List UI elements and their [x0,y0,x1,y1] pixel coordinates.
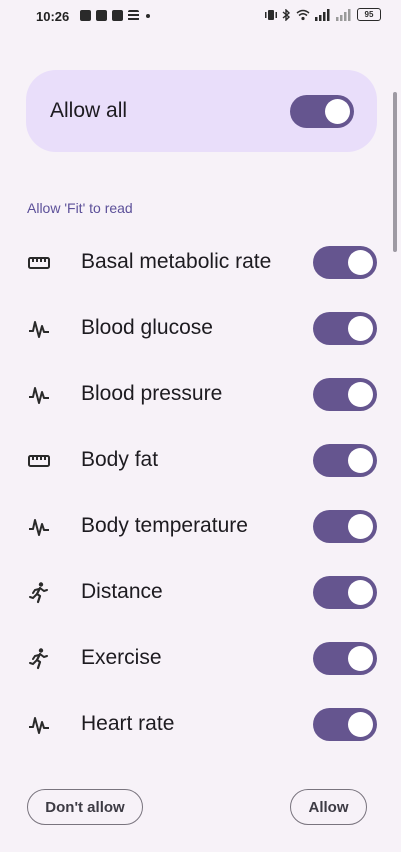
body-temperature-toggle[interactable] [313,510,377,543]
running-icon [29,648,48,670]
permission-row-heart-rate[interactable]: Heart rate [0,692,401,758]
permission-row-body-fat[interactable]: Body fat [0,428,401,494]
permission-row-body-temperature[interactable]: Body temperature [0,494,401,560]
toggle-thumb [348,514,373,539]
permission-label: Distance [81,580,163,603]
status-notifications [80,10,150,21]
permission-label: Blood glucose [81,316,213,339]
permission-label: Heart rate [81,712,175,735]
vibrate-icon [265,9,277,20]
allow-all-card[interactable]: Allow all [26,70,377,152]
toggle-thumb [348,646,373,671]
notification-icon [112,10,123,21]
toggle-thumb [348,448,373,473]
blood-pressure-toggle[interactable] [313,378,377,411]
permission-label: Blood pressure [81,382,223,405]
signal-icon [336,8,351,21]
notification-icon [96,10,107,21]
section-header: Allow 'Fit' to read [27,200,133,216]
vitals-icon [29,717,49,734]
exercise-toggle[interactable] [313,642,377,675]
ruler-icon [28,257,50,269]
ruler-icon [28,455,50,467]
vitals-icon [29,519,49,536]
battery-icon: 95 [357,8,381,21]
dot-icon [146,13,150,18]
dont-allow-button[interactable]: Don't allow [27,789,143,825]
toggle-thumb [348,382,373,407]
permission-row-blood-glucose[interactable]: Blood glucose [0,296,401,362]
toggle-thumb [348,712,373,737]
allow-all-label: Allow all [50,99,128,122]
toggle-thumb [325,99,350,124]
stack-icon [128,10,139,21]
notification-icon [80,10,91,21]
permission-row-blood-pressure[interactable]: Blood pressure [0,362,401,428]
signal-icon [315,8,330,21]
heart-rate-toggle[interactable] [313,708,377,741]
allow-all-toggle[interactable] [290,95,354,128]
permission-label: Basal metabolic rate [81,250,272,273]
permission-row-basal-metabolic-rate[interactable]: Basal metabolic rate [0,230,401,296]
toggle-thumb [348,250,373,275]
allow-button[interactable]: Allow [290,789,367,825]
toggle-thumb [348,316,373,341]
wifi-icon [296,9,310,20]
basal-metabolic-rate-toggle[interactable] [313,246,377,279]
permission-label: Exercise [81,646,162,669]
permission-row-distance[interactable]: Distance [0,560,401,626]
distance-toggle[interactable] [313,576,377,609]
vitals-icon [29,321,49,338]
blood-glucose-toggle[interactable] [313,312,377,345]
permission-row-exercise[interactable]: Exercise [0,626,401,692]
running-icon [29,582,48,604]
permission-label: Body fat [81,448,159,471]
scrollbar[interactable] [393,92,397,252]
status-time: 10:26 [36,9,70,24]
bluetooth-icon [282,8,291,21]
permission-label: Body temperature [81,514,248,537]
status-system-icons: 95 [265,8,381,21]
body-fat-toggle[interactable] [313,444,377,477]
vitals-icon [29,387,49,404]
status-bar: 10:26 95 [0,0,401,34]
toggle-thumb [348,580,373,605]
